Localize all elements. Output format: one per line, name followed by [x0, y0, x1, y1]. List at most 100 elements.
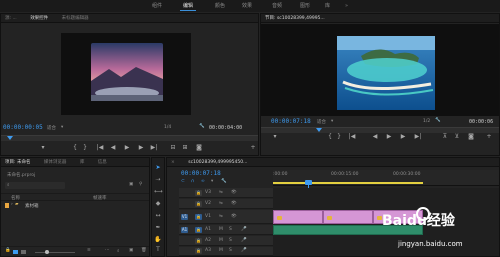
v1-lock-icon[interactable]: 🔒: [195, 214, 202, 220]
mark-out-button[interactable]: }: [81, 144, 89, 152]
tab-effect-controls[interactable]: 效果控件: [30, 16, 48, 21]
slip-tool-icon[interactable]: ↔: [154, 212, 162, 220]
source-fit-select[interactable]: 适合: [47, 125, 56, 131]
a1-mic-icon[interactable]: 🎤: [241, 227, 247, 232]
source-viewer[interactable]: [61, 33, 191, 115]
program-play-button[interactable]: ▶: [385, 133, 393, 141]
timeline-timecode[interactable]: 00:00:07:18: [181, 170, 221, 177]
a1-mute-button[interactable]: M: [219, 227, 223, 232]
a1-solo-button[interactable]: S: [229, 227, 232, 232]
find-icon[interactable]: ⌕: [117, 248, 120, 254]
video-clip-1[interactable]: [273, 210, 323, 224]
icon-view-icon[interactable]: [21, 250, 26, 254]
a3-mic-icon[interactable]: 🎤: [241, 248, 247, 253]
program-timecode[interactable]: 00:00:07:18: [271, 118, 311, 125]
step-forward-icon[interactable]: ▶: [137, 144, 145, 152]
workspace-tab-libraries[interactable]: 库: [325, 2, 330, 10]
timeline-settings-icon[interactable]: 🔧: [221, 179, 227, 184]
v3-sync-icon[interactable]: ⇋: [219, 190, 223, 195]
program-viewer[interactable]: [261, 24, 499, 116]
project-search-input[interactable]: ⌕: [5, 182, 65, 189]
workspace-tab-effects[interactable]: 效果: [242, 2, 252, 10]
program-mark-in-button[interactable]: {: [326, 133, 334, 141]
nest-icon[interactable]: ⊂: [181, 179, 185, 184]
v1-sync-icon[interactable]: ⇋: [219, 214, 223, 219]
timeline-close-icon[interactable]: ×: [171, 160, 175, 165]
sort-icon[interactable]: ≡: [87, 248, 91, 253]
a3-lock-icon[interactable]: 🔒: [195, 248, 202, 254]
go-to-in-button[interactable]: |◀: [95, 144, 105, 152]
a1-lock-icon[interactable]: 🔒: [195, 227, 202, 233]
list-view-icon[interactable]: [13, 250, 18, 254]
v3-eye-icon[interactable]: 👁: [231, 190, 237, 195]
extract-icon[interactable]: ⊻: [453, 133, 461, 141]
type-tool-icon[interactable]: T: [154, 246, 162, 254]
tab-untitled-editor[interactable]: 未标题编辑器: [62, 16, 89, 21]
workspace-tab-graphics[interactable]: 图形: [300, 2, 310, 10]
a2-solo-button[interactable]: S: [229, 238, 232, 243]
v2-sync-icon[interactable]: ⇋: [219, 201, 223, 206]
razor-tool-icon[interactable]: ◆: [154, 200, 162, 208]
program-go-to-in-button[interactable]: |◀: [347, 133, 357, 141]
ripple-edit-tool-icon[interactable]: ⟷: [154, 188, 163, 196]
a3-mute-button[interactable]: M: [219, 248, 223, 253]
new-bin-icon[interactable]: ▣: [129, 182, 133, 187]
a1-source-patch[interactable]: A1: [181, 227, 188, 233]
source-add-button-icon[interactable]: +: [249, 144, 257, 152]
program-title[interactable]: 节目: sc10028399,49995...: [265, 16, 325, 21]
track-select-tool-icon[interactable]: ⇢: [154, 176, 162, 184]
program-fit-select[interactable]: 适合: [317, 119, 326, 125]
new-item-icon[interactable]: ▣: [129, 248, 133, 253]
workspace-tab-assembly[interactable]: 组件: [152, 2, 162, 10]
insert-icon[interactable]: ⊟: [169, 144, 177, 152]
program-go-to-out-button[interactable]: ▶|: [413, 133, 423, 141]
list-item[interactable]: › ▰ 素材箱: [1, 202, 149, 211]
tab-source[interactable]: 源: ...: [5, 16, 17, 21]
program-settings-wrench-icon[interactable]: 🔧: [435, 118, 441, 123]
column-name[interactable]: 名称: [11, 195, 20, 201]
program-add-button-icon[interactable]: +: [485, 133, 493, 141]
overwrite-icon[interactable]: ⊞: [181, 144, 189, 152]
program-step-forward-icon[interactable]: ▶: [399, 133, 407, 141]
automate-icon[interactable]: ⋯: [105, 248, 110, 253]
snap-icon[interactable]: ∩: [191, 179, 194, 184]
v2-eye-icon[interactable]: 👁: [231, 201, 237, 206]
a2-mic-icon[interactable]: 🎤: [241, 238, 247, 243]
filter-icon[interactable]: ⚲: [139, 182, 142, 187]
tab-info[interactable]: 信息: [98, 160, 107, 165]
program-add-marker-icon[interactable]: ▾: [271, 133, 279, 141]
tab-project[interactable]: 项目: 未命名: [5, 160, 30, 165]
export-frame-icon[interactable]: ◙: [195, 144, 203, 152]
source-timecode[interactable]: 00:00:00:05: [3, 124, 43, 131]
pen-tool-icon[interactable]: ✒: [154, 224, 162, 232]
zoom-slider[interactable]: [35, 252, 75, 253]
a3-solo-button[interactable]: S: [229, 248, 232, 253]
workspace-tab-color[interactable]: 颜色: [215, 2, 225, 10]
v1-source-patch[interactable]: V1: [181, 214, 188, 220]
selection-tool-icon[interactable]: ➤: [154, 164, 162, 172]
video-clip-2[interactable]: [323, 210, 373, 224]
source-scrubber[interactable]: [1, 135, 258, 141]
program-fit-chevron-icon[interactable]: ▾: [331, 119, 333, 124]
playhead-handle[interactable]: [305, 180, 312, 185]
v1-eye-icon[interactable]: 👁: [231, 214, 237, 219]
source-resolution-select[interactable]: 1/4: [164, 125, 171, 130]
workspace-tab-editing[interactable]: 编辑: [183, 2, 193, 10]
program-resolution-select[interactable]: 1/2: [423, 119, 430, 124]
program-mark-out-button[interactable]: }: [335, 133, 343, 141]
lock-icon[interactable]: 🔒: [5, 248, 11, 253]
source-fit-chevron-icon[interactable]: ▾: [61, 125, 63, 130]
mark-in-button[interactable]: {: [71, 144, 79, 152]
trash-icon[interactable]: 🗑: [141, 248, 147, 253]
zoom-slider-handle[interactable]: [45, 250, 49, 254]
step-back-icon[interactable]: ◀: [109, 144, 117, 152]
v3-lock-icon[interactable]: 🔒: [195, 190, 202, 196]
column-frame-rate[interactable]: 帧速率: [93, 195, 107, 201]
timeline-sequence-tab[interactable]: sc10028399,499995450...: [188, 160, 247, 165]
tab-libraries[interactable]: 库: [80, 160, 85, 165]
source-playhead[interactable]: [7, 136, 13, 140]
chevron-right-icon[interactable]: ›: [11, 202, 13, 207]
hand-tool-icon[interactable]: ✋: [154, 236, 162, 244]
add-marker-icon[interactable]: ▾: [39, 144, 47, 152]
workspace-tab-audio[interactable]: 音频: [272, 2, 282, 10]
